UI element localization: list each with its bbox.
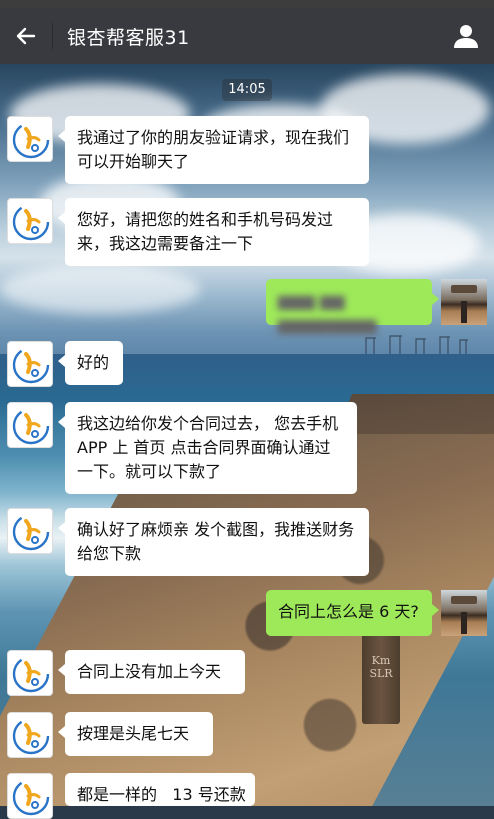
message-bubble[interactable]: 确认好了麻烦亲 发个截图，我推送财务给您下款: [58, 508, 369, 576]
ginkgo-logo-icon: [12, 778, 50, 816]
message-text: 合同上没有加上今天: [77, 662, 222, 681]
ginkgo-logo-icon: [12, 513, 50, 551]
km-post-text: Km SLR: [369, 654, 393, 680]
message-text: 我通过了你的朋友验证请求，现在我们可以开始聊天了: [77, 128, 350, 171]
message-text: 您好，请把您的姓名和手机号码发过来，我这边需要备注一下: [77, 210, 334, 253]
self-avatar[interactable]: [441, 279, 487, 325]
message-bubble-self[interactable]: 合同上怎么是 6 天?: [266, 590, 439, 636]
contact-avatar[interactable]: [7, 198, 53, 244]
timestamp: 14:05: [222, 79, 272, 101]
message-bubble[interactable]: 我这边给你发个合同过去， 您去手机APP 上 首页 点击合同界面确认通过一下。就…: [58, 402, 357, 494]
chat-title: 银杏帮客服31: [67, 26, 190, 49]
message-text: 合同上怎么是 6 天?: [278, 602, 419, 621]
ginkgo-logo-icon: [12, 346, 50, 384]
contact-avatar[interactable]: [7, 508, 53, 554]
contact-avatar[interactable]: [7, 712, 53, 758]
person-icon: [454, 25, 478, 48]
contact-avatar[interactable]: [7, 650, 53, 696]
message-bubble[interactable]: 我通过了你的朋友验证请求，现在我们可以开始聊天了: [58, 116, 369, 184]
ginkgo-logo-icon: [12, 655, 50, 693]
message-text: 好的: [77, 353, 110, 372]
ginkgo-logo-icon: [12, 717, 50, 755]
message-bubble[interactable]: 按理是头尾七天: [58, 712, 213, 756]
message-bubble[interactable]: 合同上没有加上今天: [58, 650, 245, 694]
ginkgo-logo-icon: [12, 121, 50, 159]
ginkgo-logo-icon: [12, 407, 50, 445]
title-divider: [52, 23, 53, 49]
contact-avatar[interactable]: [7, 116, 53, 162]
ginkgo-logo-icon: [12, 203, 50, 241]
back-button[interactable]: [0, 8, 52, 64]
message-text: 确认好了麻烦亲 发个截图，我推送财务给您下款: [77, 520, 355, 563]
contact-avatar[interactable]: [7, 773, 53, 819]
status-bar: [0, 0, 494, 8]
contact-avatar[interactable]: [7, 341, 53, 387]
message-bubble[interactable]: 都是一样的 13 号还款: [65, 773, 255, 806]
message-bubble[interactable]: 好的: [58, 341, 123, 385]
contact-avatar[interactable]: [7, 402, 53, 448]
arrow-left-icon: [16, 27, 36, 45]
message-text: 我这边给你发个合同过去， 您去手机APP 上 首页 点击合同界面确认通过一下。就…: [77, 414, 339, 481]
message-text: 按理是头尾七天: [77, 724, 190, 743]
self-avatar[interactable]: [441, 590, 487, 636]
message-text: 都是一样的 13 号还款: [77, 785, 246, 804]
title-bar: 银杏帮客服31: [0, 8, 494, 64]
message-text-redacted: ▆▆▆ ▆▆ ▆▆▆▆▆▆▆▆: [278, 291, 377, 334]
profile-button[interactable]: [438, 8, 494, 64]
message-bubble[interactable]: 您好，请把您的姓名和手机号码发过来，我这边需要备注一下: [58, 198, 369, 266]
message-bubble-self[interactable]: ▆▆▆ ▆▆ ▆▆▆▆▆▆▆▆: [266, 279, 439, 334]
